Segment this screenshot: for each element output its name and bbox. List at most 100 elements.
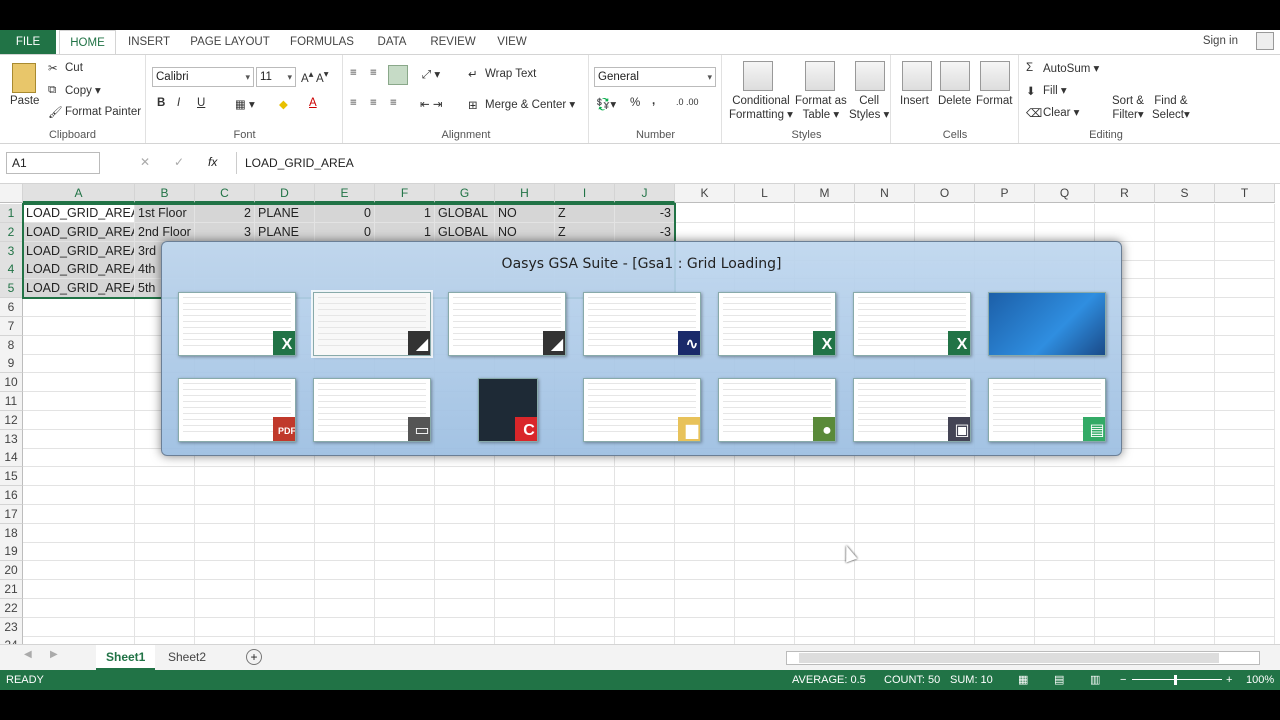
percent-button[interactable]: % [630,97,640,109]
cell[interactable] [435,467,495,487]
insert-function-button[interactable]: fx [208,155,217,169]
paste-button[interactable]: Paste [10,95,39,107]
cell[interactable] [375,523,435,543]
format-as-table-button[interactable]: Format as Table ▾ [795,95,847,121]
cell[interactable] [1215,636,1275,644]
cell[interactable] [495,561,555,581]
cell[interactable] [495,504,555,524]
cell[interactable] [855,504,915,524]
cell[interactable] [555,542,615,562]
cell[interactable] [735,542,795,562]
cell[interactable] [735,486,795,505]
cell[interactable] [435,598,495,618]
cell[interactable] [975,580,1035,599]
cell[interactable] [975,523,1035,543]
page-break-view-icon[interactable]: ▥ [1090,670,1100,690]
cell[interactable] [675,504,735,524]
cell[interactable] [1155,373,1215,393]
cell[interactable] [375,504,435,524]
font-name-select[interactable]: Calibri [152,67,254,87]
column-header-i[interactable]: I [555,184,615,203]
cell[interactable] [435,636,495,644]
row-header-5[interactable]: 5 [0,279,23,299]
window-thumbnail-gsa[interactable]: ◢ [311,290,433,358]
column-header-p[interactable]: P [975,184,1035,203]
cell[interactable] [375,467,435,487]
sort-filter-button[interactable]: Sort & Filter▾ [1112,95,1144,121]
window-thumbnail-blank[interactable]: ▣ [853,378,971,442]
cell[interactable] [315,542,375,562]
column-header-j[interactable]: J [615,184,675,203]
cell[interactable] [975,542,1035,562]
align-top-icon[interactable]: ≡ [350,67,357,79]
cell[interactable] [135,523,195,543]
tab-formulas[interactable]: FORMULAS [284,30,360,54]
cell[interactable] [555,617,615,637]
cell[interactable] [23,486,135,505]
cell[interactable] [1155,504,1215,524]
cell[interactable] [615,580,675,599]
cell[interactable] [315,486,375,505]
row-header-18[interactable]: 18 [0,523,23,543]
cell[interactable] [1035,580,1095,599]
cell[interactable] [135,636,195,644]
cell[interactable] [795,467,855,487]
cell[interactable] [375,561,435,581]
cell[interactable] [375,636,435,644]
clear-button[interactable]: ⌫Clear ▾ [1026,105,1079,120]
column-header-g[interactable]: G [435,184,495,203]
cell[interactable] [555,580,615,599]
cell[interactable]: LOAD_GRID_AREA [23,260,135,280]
zoom-level[interactable]: 100% [1246,670,1274,690]
cut-button[interactable]: ✂ Cut [48,61,83,75]
tab-home[interactable]: HOME [59,30,116,54]
cell[interactable] [1095,467,1155,487]
formula-input[interactable]: LOAD_GRID_AREA [236,152,1266,174]
cell[interactable] [1215,486,1275,505]
cell[interactable] [1215,504,1275,524]
cell[interactable] [1155,523,1215,543]
row-header-19[interactable]: 19 [0,542,23,562]
cell[interactable] [255,561,315,581]
cell[interactable] [135,561,195,581]
column-header-f[interactable]: F [375,184,435,203]
tab-data[interactable]: DATA [369,30,415,54]
cell[interactable] [1155,542,1215,562]
cell[interactable] [975,636,1035,644]
row-header-4[interactable]: 4 [0,260,23,280]
number-format-select[interactable]: General [594,67,716,87]
row-header-14[interactable]: 14 [0,448,23,468]
cell[interactable]: LOAD_GRID_AREA [23,241,135,261]
select-all-corner[interactable] [0,184,23,203]
cell[interactable] [1095,580,1155,599]
window-thumbnail-excel[interactable]: X [853,292,971,356]
wrap-text-button[interactable]: ↵ Wrap Text [468,67,536,81]
cell[interactable] [23,523,135,543]
cell[interactable] [315,523,375,543]
copy-button[interactable]: ⧉ Copy ▾ [48,83,101,98]
cell[interactable] [1215,542,1275,562]
cell[interactable] [855,598,915,618]
cell[interactable] [495,467,555,487]
cell[interactable] [615,504,675,524]
cell[interactable] [315,617,375,637]
cell[interactable] [435,486,495,505]
cell[interactable] [23,392,135,411]
cell[interactable] [855,561,915,581]
cell[interactable] [1155,354,1215,374]
cell[interactable] [1155,580,1215,599]
cell[interactable] [255,617,315,637]
format-painter-button[interactable]: 🖌 Format Painter [48,105,141,119]
cell[interactable] [255,580,315,599]
cell[interactable] [1215,580,1275,599]
cell[interactable] [1155,222,1215,242]
cell[interactable] [855,617,915,637]
cell[interactable] [1215,373,1275,393]
column-header-r[interactable]: R [1095,184,1155,203]
cell[interactable] [975,504,1035,524]
cell[interactable] [23,429,135,449]
cell[interactable] [615,617,675,637]
cell[interactable] [255,636,315,644]
cell[interactable] [915,504,975,524]
column-header-e[interactable]: E [315,184,375,203]
